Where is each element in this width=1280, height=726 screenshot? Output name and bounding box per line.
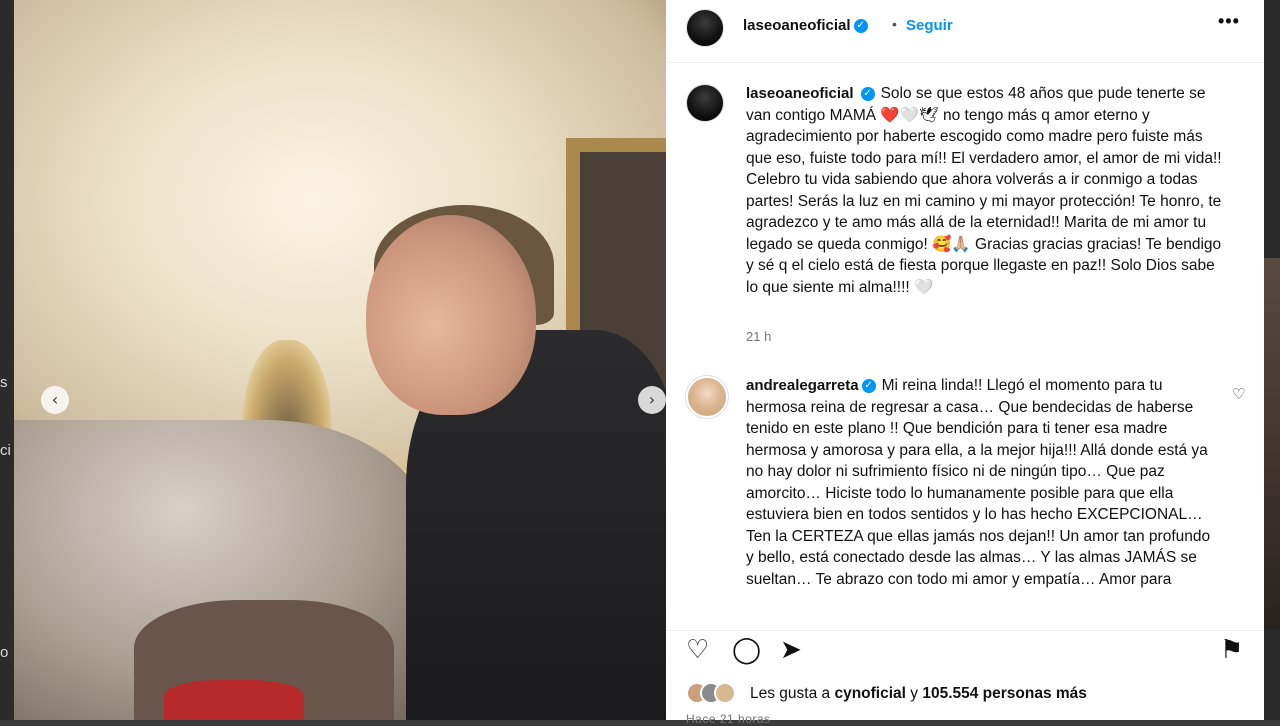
caption-text: Solo se que estos 48 años que pude tener…	[746, 85, 1222, 296]
caption-author-avatar[interactable]	[686, 84, 724, 122]
more-options-icon[interactable]: •••	[1218, 11, 1240, 32]
author-username[interactable]: laseoaneoficial	[743, 17, 851, 34]
action-bar: ♡ ◯ ➤ ⚑	[666, 630, 1264, 671]
separator-dot: •	[892, 16, 897, 32]
comments-area[interactable]: laseoaneoficial ✓ Solo se que estos 48 año…	[666, 63, 1264, 630]
save-icon[interactable]: ⚑	[1220, 635, 1243, 665]
likes-middle: y	[905, 685, 923, 702]
next-image-button[interactable]: ›	[638, 386, 666, 414]
liker-avatar	[714, 682, 736, 704]
share-icon[interactable]: ➤	[780, 635, 802, 665]
photo-woman-head	[366, 215, 536, 415]
background-page-right	[1264, 0, 1280, 720]
likes-count[interactable]: 105.554 personas más	[922, 685, 1087, 702]
post-panel: laseoaneoficial ✓ • Seguir ••• laseoaneof…	[666, 0, 1264, 726]
follow-button[interactable]: Seguir	[906, 17, 953, 34]
post-caption: laseoaneoficial ✓ Solo se que estos 48 año…	[746, 83, 1224, 298]
comment-like-icon[interactable]: ♡	[1232, 385, 1245, 403]
bg-fragment: s	[0, 374, 8, 391]
photo-red-fabric	[164, 680, 304, 720]
prev-image-button[interactable]: ‹	[41, 386, 69, 414]
like-icon[interactable]: ♡	[686, 635, 709, 665]
author-username-wrap: laseoaneoficial ✓	[743, 17, 868, 35]
bg-fragment: o	[0, 644, 9, 661]
post-date: Hace 21 horas	[686, 712, 771, 726]
likes-prefix: Les gusta a	[750, 685, 835, 702]
verified-icon: ✓	[853, 18, 868, 33]
post-header: laseoaneoficial ✓ • Seguir •••	[666, 0, 1264, 63]
bg-fragment: ci	[0, 442, 11, 459]
comment-icon[interactable]: ◯	[732, 635, 761, 665]
likes-text: Les gusta a cynoficial y 105.554 persona…	[750, 685, 1087, 703]
comment-text: Mi reina linda!! Llegó el momento para t…	[746, 377, 1211, 588]
verified-icon: ✓	[861, 378, 876, 393]
background-page-left: s ci o	[0, 0, 14, 720]
commenter-username[interactable]: andrealegarreta	[746, 377, 859, 394]
comment: andrealegarreta ✓ Mi reina linda!! Llegó e…	[746, 375, 1212, 590]
commenter-avatar[interactable]	[686, 376, 728, 418]
caption-time: 21 h	[746, 329, 772, 344]
post-photo[interactable]: ‹ ›	[14, 0, 666, 720]
verified-icon: ✓	[860, 86, 875, 101]
author-avatar[interactable]	[686, 9, 724, 47]
background-image	[1264, 258, 1280, 630]
caption-username[interactable]: laseoaneoficial	[746, 85, 854, 102]
likes-user[interactable]: cynoficial	[834, 685, 906, 702]
